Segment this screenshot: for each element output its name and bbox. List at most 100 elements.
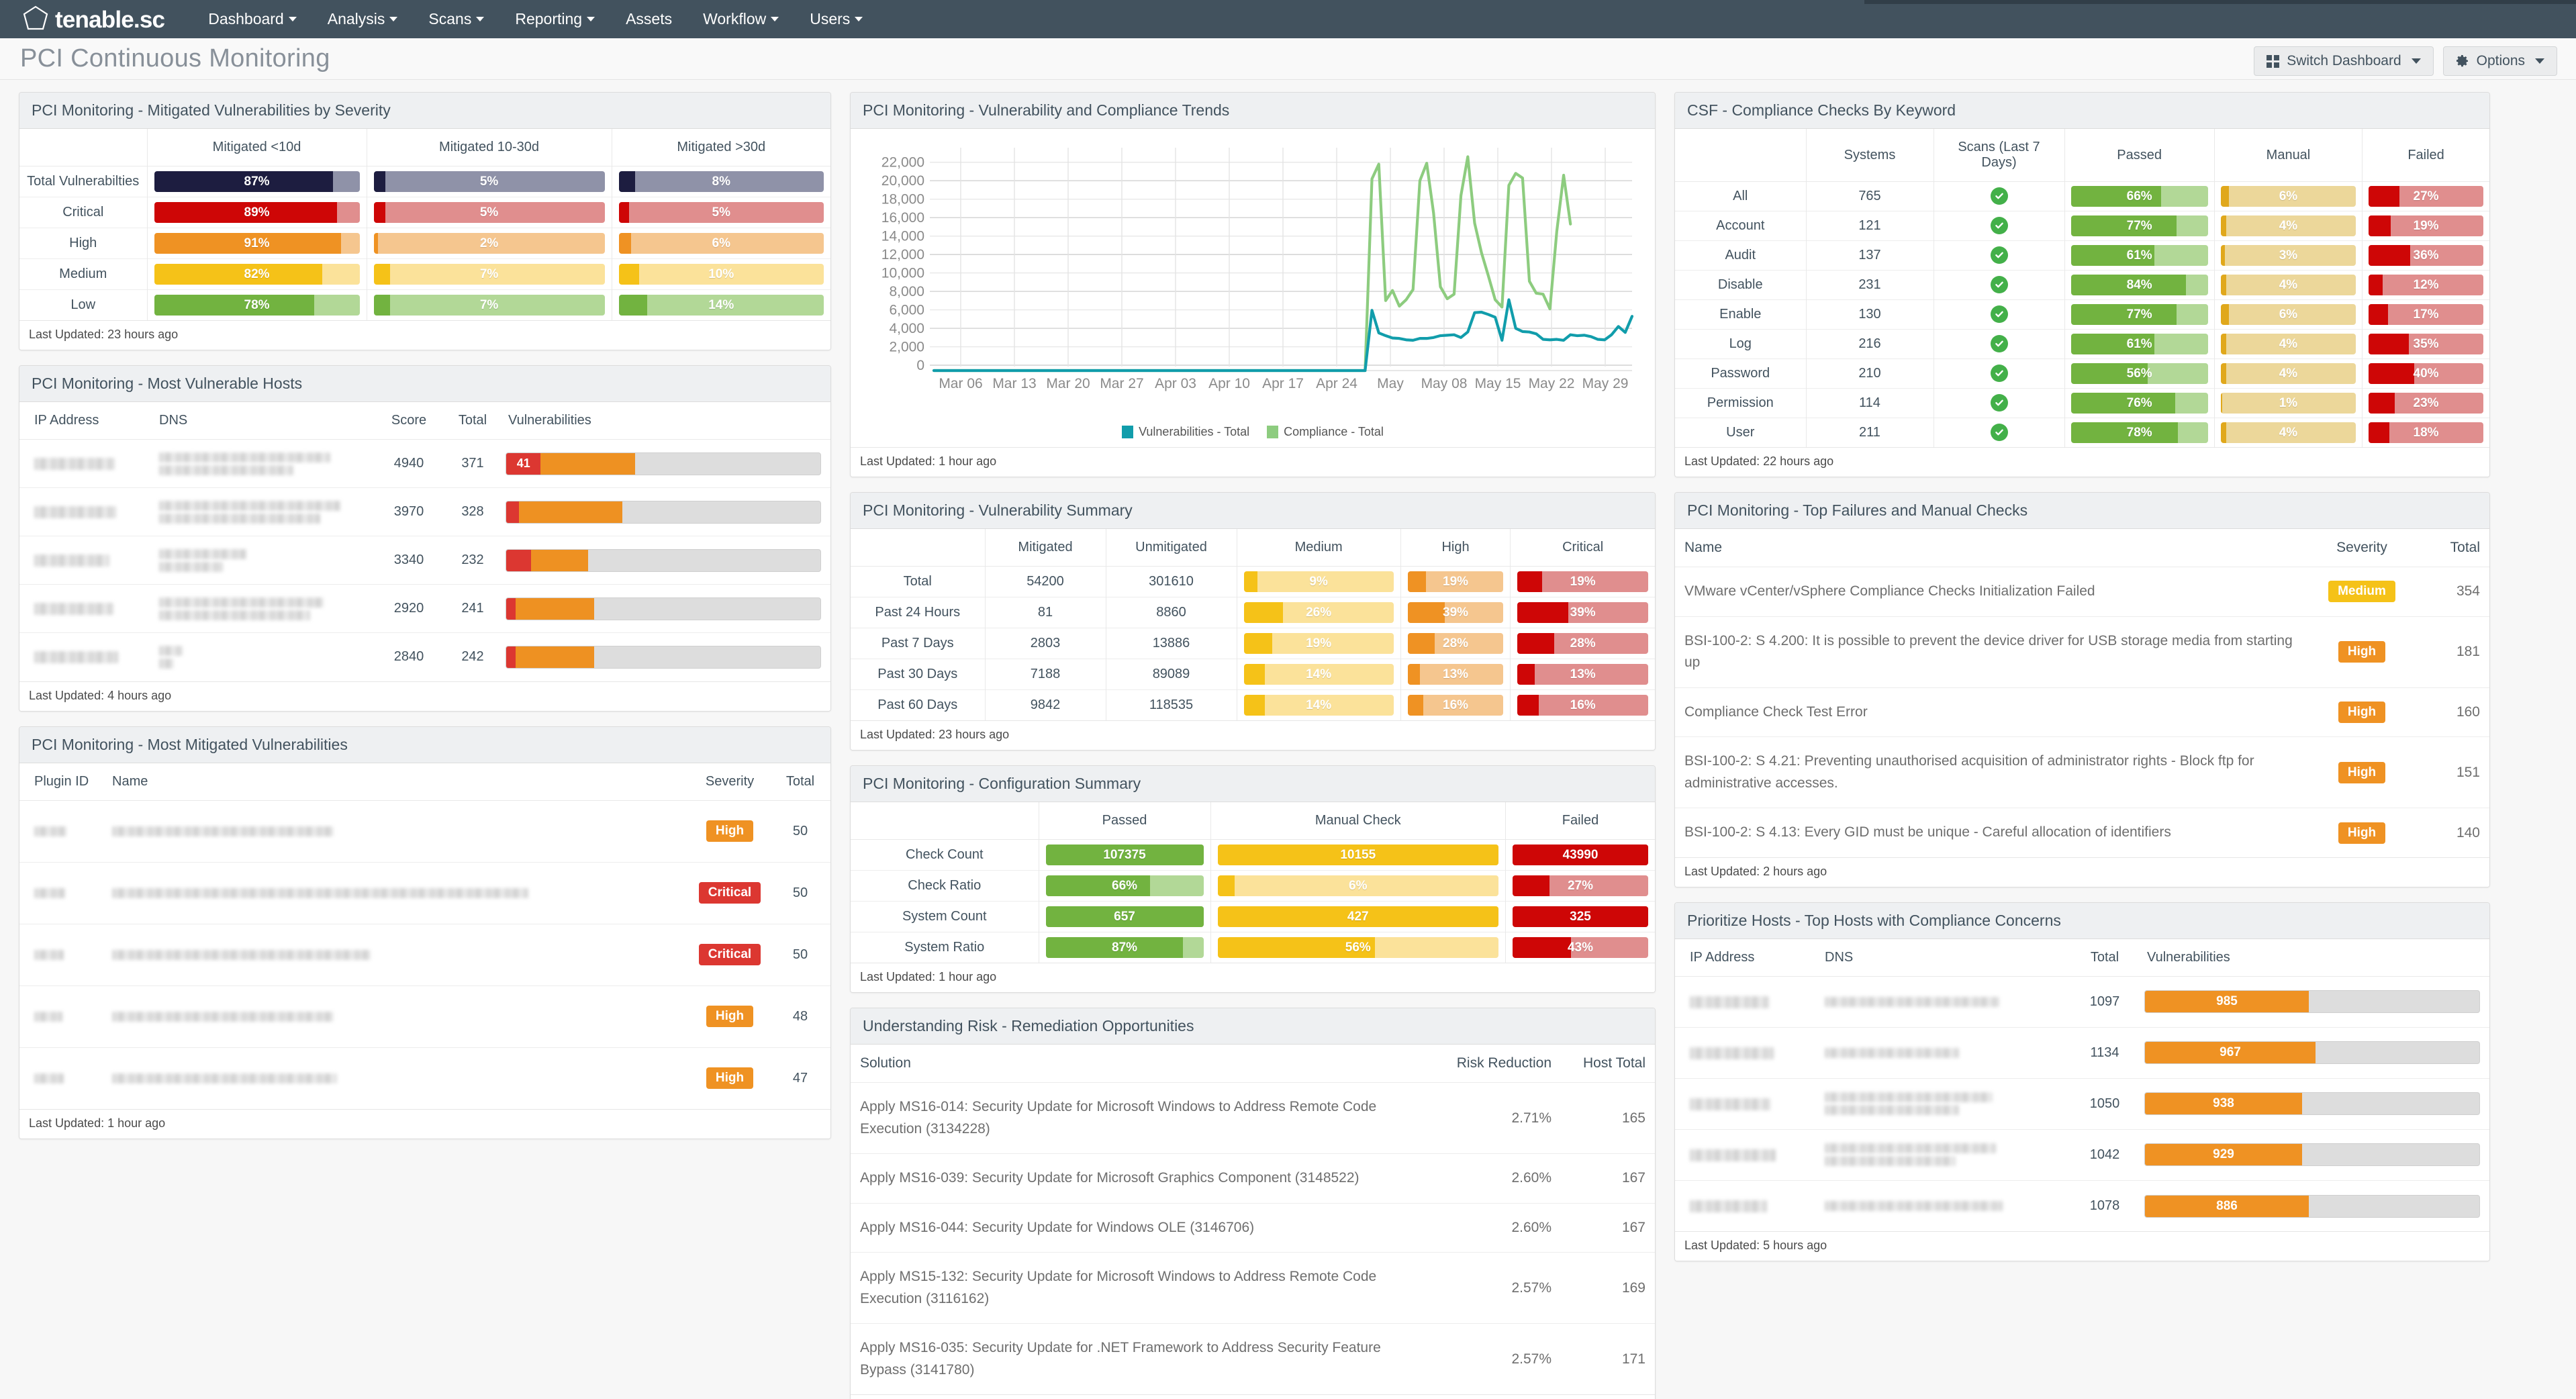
percent-bar[interactable]: 6% (619, 233, 824, 254)
table-row[interactable]: Compliance Check Test ErrorHigh160 (1675, 687, 2489, 737)
percent-bar[interactable]: 23% (2369, 393, 2483, 414)
col-total[interactable]: Total (770, 763, 830, 801)
percent-bar[interactable]: 10155 (1218, 845, 1498, 865)
host-vulnerability-bar[interactable] (506, 549, 821, 572)
nav-item-dashboard[interactable]: Dashboard (193, 5, 312, 34)
host-vulnerability-bar[interactable]: 938 (2144, 1092, 2480, 1115)
cell-ip-address[interactable] (19, 633, 154, 681)
table-row[interactable]: BSI-100-2: S 4.200: It is possible to pr… (1675, 616, 2489, 687)
cell-dns[interactable] (154, 440, 375, 488)
cell-name[interactable]: BSI-100-2: S 4.21: Preventing unauthoris… (1675, 737, 2308, 808)
percent-bar[interactable]: 13% (1408, 664, 1504, 685)
cell-ip-address[interactable] (1675, 976, 1819, 1027)
percent-bar[interactable]: 56% (2071, 363, 2208, 384)
cell-name[interactable]: VMware vCenter/vSphere Compliance Checks… (1675, 567, 2308, 617)
cell-solution[interactable]: Apply MS16-044: Security Update for Wind… (851, 1203, 1413, 1253)
percent-bar[interactable]: 16% (1408, 695, 1504, 716)
percent-bar[interactable]: 35% (2369, 334, 2483, 354)
percent-bar[interactable]: 87% (154, 171, 360, 192)
host-vulnerability-bar[interactable] (506, 501, 821, 524)
cell-ip-address[interactable] (19, 488, 154, 536)
percent-bar[interactable]: 16% (1517, 695, 1648, 716)
col-severity[interactable]: Severity (2308, 529, 2416, 567)
col-score[interactable]: Score (375, 402, 442, 440)
table-row[interactable]: Apply MS16-044: Security Update for Wind… (851, 1203, 1655, 1253)
col-total[interactable]: Total (2068, 939, 2142, 977)
percent-bar[interactable]: 1% (2221, 393, 2356, 414)
nav-item-scans[interactable]: Scans (413, 5, 499, 34)
col-name[interactable]: Name (1675, 529, 2308, 567)
legend-item-vulnerabilities[interactable]: Vulnerabilities - Total (1122, 425, 1249, 439)
percent-bar[interactable]: 66% (2071, 186, 2208, 207)
table-row[interactable]: Apply MS16-014: Security Update for Micr… (851, 1083, 1655, 1154)
host-vulnerability-bar[interactable]: 985 (2144, 990, 2480, 1013)
col-vulnerabilities[interactable]: Vulnerabilities (2142, 939, 2489, 977)
options-button[interactable]: Options (2443, 46, 2557, 76)
table-row[interactable]: High50 (19, 800, 830, 862)
percent-bar[interactable]: 61% (2071, 334, 2208, 354)
percent-bar[interactable]: 5% (374, 171, 605, 192)
percent-bar[interactable]: 56% (1218, 937, 1498, 958)
percent-bar[interactable]: 19% (1244, 633, 1394, 654)
percent-bar[interactable]: 82% (154, 264, 360, 285)
percent-bar[interactable]: 91% (154, 233, 360, 254)
table-row[interactable]: 1050938 (1675, 1078, 2489, 1129)
percent-bar[interactable]: 7% (374, 295, 605, 316)
percent-bar[interactable]: 77% (2071, 304, 2208, 325)
percent-bar[interactable]: 27% (2369, 186, 2483, 207)
cell-ip-address[interactable] (1675, 1027, 1819, 1078)
cell-ip-address[interactable] (1675, 1129, 1819, 1180)
percent-bar[interactable]: 6% (2221, 304, 2356, 325)
cell-name[interactable] (107, 924, 689, 985)
percent-bar[interactable]: 89% (154, 202, 360, 223)
cell-plugin-id[interactable] (19, 985, 107, 1047)
table-row[interactable]: BSI-100-2: S 4.13: Every GID must be uni… (1675, 808, 2489, 857)
table-row[interactable]: Apply MS16-035: Security Update for .NET… (851, 1324, 1655, 1395)
percent-bar[interactable]: 657 (1046, 906, 1204, 927)
col-total[interactable]: Total (2416, 529, 2489, 567)
percent-bar[interactable]: 3% (2221, 245, 2356, 266)
percent-bar[interactable]: 19% (1408, 571, 1504, 592)
nav-item-analysis[interactable]: Analysis (312, 5, 414, 34)
col-severity[interactable]: Severity (689, 763, 770, 801)
percent-bar[interactable]: 4% (2221, 215, 2356, 236)
percent-bar[interactable]: 10% (619, 264, 824, 285)
cell-dns[interactable] (1819, 1078, 2068, 1129)
cell-ip-address[interactable] (1675, 1078, 1819, 1129)
percent-bar[interactable]: 61% (2071, 245, 2208, 266)
percent-bar[interactable]: 107375 (1046, 845, 1204, 865)
cell-dns[interactable] (154, 585, 375, 633)
cell-ip-address[interactable] (19, 585, 154, 633)
cell-name[interactable]: BSI-100-2: S 4.200: It is possible to pr… (1675, 616, 2308, 687)
percent-bar[interactable]: 12% (2369, 275, 2483, 295)
percent-bar[interactable]: 5% (374, 202, 605, 223)
cell-name[interactable] (107, 800, 689, 862)
table-row[interactable]: Apply MS16-039: Security Update for Micr… (851, 1154, 1655, 1204)
nav-item-users[interactable]: Users (794, 5, 878, 34)
cell-plugin-id[interactable] (19, 800, 107, 862)
percent-bar[interactable]: 4% (2221, 334, 2356, 354)
cell-solution[interactable]: Apply MS15-132: Security Update for Micr… (851, 1253, 1413, 1324)
percent-bar[interactable]: 28% (1517, 633, 1648, 654)
cell-dns[interactable] (154, 633, 375, 681)
percent-bar[interactable]: 26% (1244, 602, 1394, 623)
col-risk-reduction[interactable]: Risk Reduction (1413, 1045, 1561, 1083)
percent-bar[interactable]: 8% (619, 171, 824, 192)
percent-bar[interactable]: 19% (2369, 215, 2483, 236)
percent-bar[interactable]: 40% (2369, 363, 2483, 384)
cell-plugin-id[interactable] (19, 1047, 107, 1109)
cell-name[interactable] (107, 1047, 689, 1109)
table-row[interactable]: 2840242 (19, 633, 830, 681)
percent-bar[interactable]: 427 (1218, 906, 1498, 927)
table-row[interactable]: 3970328 (19, 488, 830, 536)
col-name[interactable]: Name (107, 763, 689, 801)
cell-solution[interactable]: Apply MS16-039: Security Update for Micr… (851, 1154, 1413, 1204)
cell-dns[interactable] (154, 536, 375, 585)
percent-bar[interactable]: 14% (1244, 695, 1394, 716)
table-row[interactable]: High47 (19, 1047, 830, 1109)
percent-bar[interactable]: 19% (1517, 571, 1648, 592)
trend-chart[interactable]: 02,0004,0006,0008,00010,00012,00014,0001… (851, 129, 1655, 420)
cell-name[interactable]: BSI-100-2: S 4.13: Every GID must be uni… (1675, 808, 2308, 857)
table-row[interactable]: VMware vCenter/vSphere Compliance Checks… (1675, 567, 2489, 617)
percent-bar[interactable]: 14% (1244, 664, 1394, 685)
